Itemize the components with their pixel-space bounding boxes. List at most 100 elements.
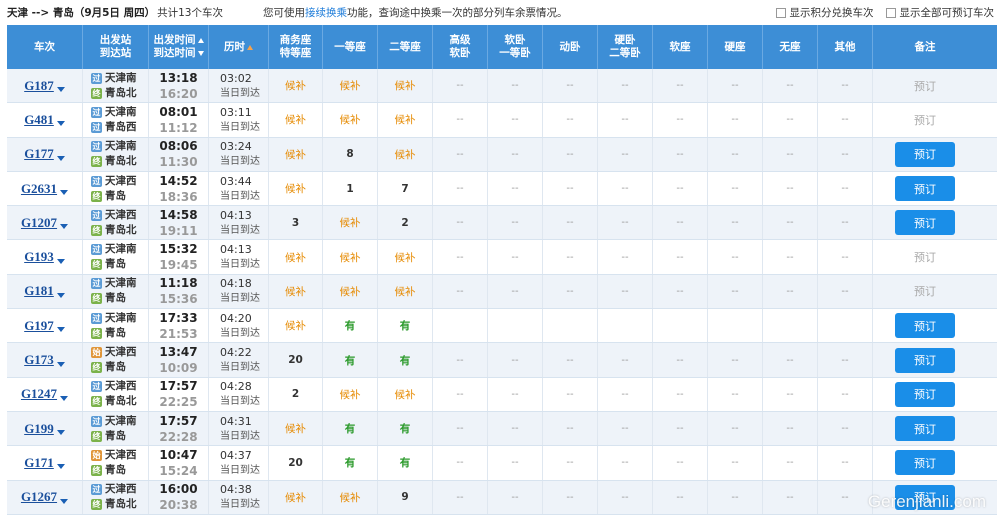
first-seat-cell[interactable]: 候补 (323, 69, 378, 103)
to-station[interactable]: 终青岛 (91, 292, 126, 305)
from-station[interactable]: 过天津南 (91, 277, 137, 290)
first-seat-cell[interactable]: 候补 (323, 274, 378, 309)
to-station[interactable]: 终青岛北 (91, 155, 137, 168)
business-seat-cell[interactable]: 候补 (269, 103, 323, 137)
book-button[interactable]: 预订 (895, 176, 955, 202)
first-seat-cell[interactable]: 候补 (323, 377, 378, 411)
business-seat-cell[interactable]: 2 (269, 377, 323, 411)
business-seat-cell[interactable]: 候补 (269, 69, 323, 103)
from-station[interactable]: 过天津西 (91, 175, 137, 188)
chevron-down-icon[interactable] (56, 87, 65, 93)
second-seat-cell[interactable]: 有 (378, 446, 433, 480)
first-seat-cell[interactable]: 候补 (323, 103, 378, 137)
book-button[interactable]: 预订 (895, 313, 955, 339)
second-seat-cell[interactable]: 候补 (378, 137, 433, 171)
chevron-down-icon[interactable] (60, 498, 69, 504)
to-station[interactable]: 终青岛北 (91, 395, 137, 408)
train-code-link[interactable]: G193 (24, 249, 54, 265)
from-station[interactable]: 始天津西 (91, 346, 137, 359)
to-station[interactable]: 终青岛 (91, 327, 126, 340)
second-seat-cell[interactable]: 2 (378, 206, 433, 240)
chevron-down-icon[interactable] (56, 258, 65, 264)
book-button[interactable]: 预订 (895, 381, 955, 407)
first-seat-cell[interactable]: 候补 (323, 206, 378, 240)
second-seat-cell[interactable]: 候补 (378, 377, 433, 411)
chevron-down-icon[interactable] (56, 155, 65, 161)
first-seat-cell[interactable]: 8 (323, 137, 378, 171)
from-station[interactable]: 过天津西 (91, 380, 137, 393)
chevron-down-icon[interactable] (60, 395, 69, 401)
from-station[interactable]: 过天津南 (91, 140, 137, 153)
first-seat-cell[interactable]: 有 (323, 446, 378, 480)
train-code-link[interactable]: G1207 (21, 215, 57, 231)
business-seat-cell[interactable]: 候补 (269, 171, 323, 206)
train-code-link[interactable]: G481 (24, 112, 54, 128)
book-button[interactable]: 预订 (895, 416, 955, 442)
transfer-link[interactable]: 接续换乘 (305, 7, 347, 19)
from-station[interactable]: 过天津西 (91, 483, 137, 496)
chevron-down-icon[interactable] (56, 327, 65, 333)
option-all-bookable[interactable]: 显示全部可预订车次 (885, 5, 994, 20)
to-station[interactable]: 终青岛 (91, 430, 126, 443)
chevron-down-icon[interactable] (56, 121, 65, 127)
to-station[interactable]: 终青岛 (91, 258, 126, 271)
first-seat-cell[interactable]: 有 (323, 411, 378, 446)
second-seat-cell[interactable]: 有 (378, 343, 433, 377)
second-seat-cell[interactable]: 有 (378, 309, 433, 343)
from-station[interactable]: 过天津南 (91, 312, 137, 325)
first-seat-cell[interactable]: 有 (323, 343, 378, 377)
second-seat-cell[interactable]: 候补 (378, 240, 433, 274)
to-station[interactable]: 终青岛北 (91, 224, 137, 237)
train-code-link[interactable]: G171 (24, 455, 54, 471)
first-seat-cell[interactable]: 有 (323, 309, 378, 343)
train-code-link[interactable]: G181 (24, 283, 54, 299)
to-station[interactable]: 终青岛 (91, 464, 126, 477)
first-seat-cell[interactable]: 1 (323, 171, 378, 206)
train-code-link[interactable]: G199 (24, 421, 54, 437)
first-seat-cell[interactable]: 候补 (323, 480, 378, 514)
from-station[interactable]: 过天津南 (91, 72, 137, 85)
from-station[interactable]: 过天津南 (91, 243, 137, 256)
book-button[interactable]: 预订 (895, 210, 955, 236)
train-code-link[interactable]: G2631 (21, 181, 57, 197)
second-seat-cell[interactable]: 9 (378, 480, 433, 514)
chevron-down-icon[interactable] (56, 464, 65, 470)
all-bookable-checkbox[interactable] (885, 7, 896, 18)
business-seat-cell[interactable]: 候补 (269, 240, 323, 274)
from-station[interactable]: 始天津西 (91, 449, 137, 462)
to-station[interactable]: 终青岛 (91, 361, 126, 374)
train-code-link[interactable]: G187 (24, 78, 54, 94)
chevron-down-icon[interactable] (56, 292, 65, 298)
to-station[interactable]: 终青岛北 (91, 87, 137, 100)
train-code-link[interactable]: G1267 (21, 489, 57, 505)
business-seat-cell[interactable]: 3 (269, 206, 323, 240)
train-code-link[interactable]: G177 (24, 146, 54, 162)
business-seat-cell[interactable]: 候补 (269, 309, 323, 343)
points-trains-checkbox[interactable] (775, 7, 786, 18)
chevron-down-icon[interactable] (56, 361, 65, 367)
chevron-down-icon[interactable] (60, 224, 69, 230)
header-duration[interactable]: 历时 (209, 25, 269, 69)
second-seat-cell[interactable]: 候补 (378, 69, 433, 103)
business-seat-cell[interactable]: 候补 (269, 137, 323, 171)
option-points-trains[interactable]: 显示积分兑换车次 (775, 5, 874, 20)
to-station[interactable]: 终青岛北 (91, 498, 137, 511)
first-seat-cell[interactable]: 候补 (323, 240, 378, 274)
second-seat-cell[interactable]: 候补 (378, 103, 433, 137)
second-seat-cell[interactable]: 候补 (378, 274, 433, 309)
train-code-link[interactable]: G197 (24, 318, 54, 334)
business-seat-cell[interactable]: 候补 (269, 411, 323, 446)
header-times[interactable]: 出发时间 到达时间 (149, 25, 209, 69)
book-button[interactable]: 预订 (895, 141, 955, 167)
from-station[interactable]: 过天津西 (91, 209, 137, 222)
book-button[interactable]: 预订 (895, 347, 955, 373)
second-seat-cell[interactable]: 有 (378, 411, 433, 446)
header-arr-sort[interactable]: 到达时间 (154, 47, 204, 60)
from-station[interactable]: 过天津南 (91, 106, 137, 119)
train-code-link[interactable]: G173 (24, 352, 54, 368)
chevron-down-icon[interactable] (56, 430, 65, 436)
to-station[interactable]: 终青岛 (91, 190, 126, 203)
business-seat-cell[interactable]: 候补 (269, 274, 323, 309)
business-seat-cell[interactable]: 候补 (269, 480, 323, 514)
chevron-down-icon[interactable] (60, 190, 69, 196)
